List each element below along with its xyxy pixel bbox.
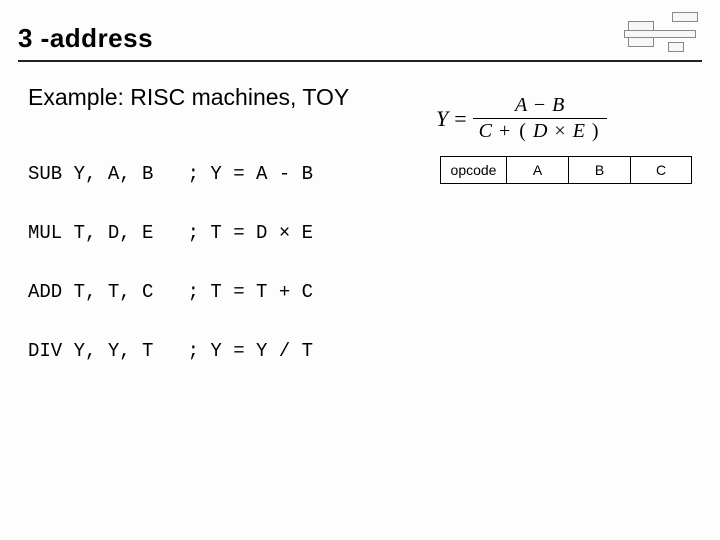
page-title: 3 -address [18, 23, 624, 54]
num-a: A [515, 94, 527, 116]
den-c: C [479, 120, 492, 142]
formula-fraction: A − B C + ( D × E ) [473, 94, 607, 143]
title-row: 3 -address [0, 0, 720, 60]
code-line-add: ADD T, T, C ; T = T + C [28, 278, 720, 307]
formula-denominator: C + ( D × E ) [473, 118, 607, 143]
den-times: × [552, 120, 567, 142]
den-plus: + [497, 120, 512, 142]
code-line-div: DIV Y, Y, T ; Y = Y / T [28, 337, 720, 366]
instr-field-opcode: opcode [440, 156, 506, 184]
code-line-mul: MUL T, D, E ; T = D × E [28, 219, 720, 248]
den-d: D [533, 120, 547, 142]
formula-lhs: Y [436, 106, 448, 132]
instr-field-a: A [506, 156, 568, 184]
num-b: B [552, 94, 564, 116]
example-heading: Example: RISC machines, TOY [0, 62, 720, 121]
instr-field-b: B [568, 156, 630, 184]
architecture-diagram-icon [624, 12, 702, 54]
den-lparen: ( [517, 120, 528, 142]
formula-numerator: A − B [509, 94, 570, 118]
instr-field-c: C [630, 156, 692, 184]
num-minus: − [532, 94, 547, 116]
den-rparen: ) [590, 120, 601, 142]
instruction-format: opcode A B C [440, 156, 692, 184]
den-e: E [573, 120, 585, 142]
formula: Y = A − B C + ( D × E ) [436, 94, 607, 143]
formula-equals: = [454, 106, 466, 132]
